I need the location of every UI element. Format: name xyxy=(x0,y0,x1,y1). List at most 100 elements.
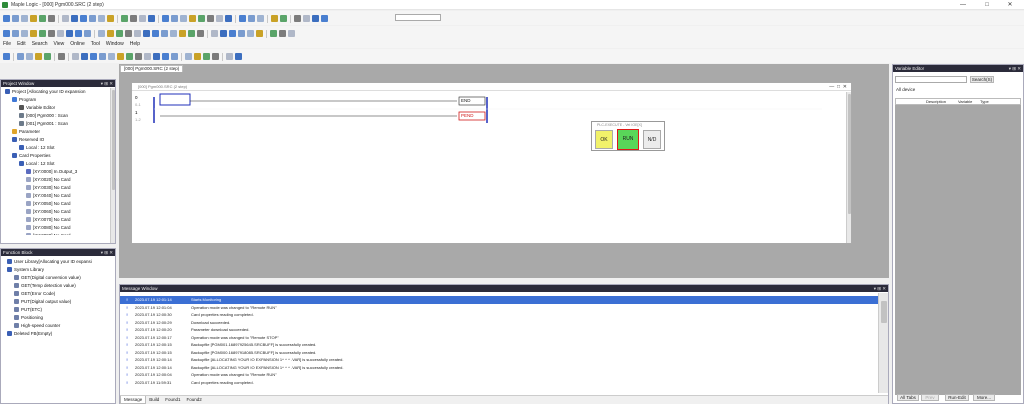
plc-run-button[interactable]: RUN xyxy=(617,129,639,150)
function-block-item[interactable]: PUT(ETC) xyxy=(5,306,115,314)
toolbar-icon[interactable] xyxy=(256,30,263,37)
panel-pin-icon[interactable]: ▾ ⊞ ✕ xyxy=(101,80,113,87)
menu-tool[interactable]: Tool xyxy=(91,40,100,48)
message-row[interactable]: ! 2023.07.19 12:00:17 Operation mode was c… xyxy=(120,334,878,342)
menu-edit[interactable]: Edit xyxy=(17,40,26,48)
toolbar-icon[interactable] xyxy=(99,53,106,60)
menu-online[interactable]: Online xyxy=(70,40,84,48)
tab-build[interactable]: Build xyxy=(146,396,162,403)
toolbar-icon[interactable] xyxy=(66,30,73,37)
toolbar-icon[interactable] xyxy=(188,30,195,37)
toolbar-icon[interactable] xyxy=(288,30,295,37)
project-tree-item[interactable]: Parameter xyxy=(3,128,115,136)
toolbar-icon[interactable] xyxy=(235,53,242,60)
toolbar-icon[interactable] xyxy=(90,53,97,60)
project-tree-item[interactable]: [XY:0080] No Card xyxy=(3,224,115,232)
message-row[interactable]: ! 2023.07.19 12:00:29 Download succeeded. xyxy=(120,319,878,327)
message-row[interactable]: ! 2023.07.19 12:00:15 Backupfile [PGM001.1… xyxy=(120,341,878,349)
ladder-scrollbar[interactable] xyxy=(846,92,851,243)
toolbar-icon[interactable] xyxy=(30,15,37,22)
toolbar-icon[interactable] xyxy=(44,53,51,60)
toolbar-icon[interactable] xyxy=(3,53,10,60)
toolbar-icon[interactable] xyxy=(216,15,223,22)
scroll-thumb[interactable] xyxy=(881,301,887,323)
editor-tab[interactable]: [000] Pgm000.SRC (2 step) xyxy=(120,65,184,72)
project-tree-item[interactable]: [000] Pgm000 : Scan xyxy=(3,112,115,120)
tab-message[interactable]: Message xyxy=(120,396,147,404)
toolbar-icon[interactable] xyxy=(225,15,232,22)
toolbar-icon[interactable] xyxy=(48,30,55,37)
toolbar-icon[interactable] xyxy=(211,30,218,37)
toolbar-icon[interactable] xyxy=(107,15,114,22)
message-row[interactable]: ! 2023.07.19 12:00:20 Parameter download s… xyxy=(120,326,878,334)
toolbar-icon[interactable] xyxy=(39,15,46,22)
toolbar-icon[interactable] xyxy=(58,53,65,60)
function-block-item[interactable]: Deleted FB(Empty) xyxy=(5,330,115,338)
toolbar-icon[interactable] xyxy=(143,30,150,37)
minimize-button[interactable]: — xyxy=(956,1,970,9)
toolbar-icon[interactable] xyxy=(303,15,310,22)
toolbar-icon[interactable] xyxy=(35,53,42,60)
toolbar-icon[interactable] xyxy=(12,15,19,22)
project-tree-item[interactable]: [001] Pgm001 : Scan xyxy=(3,120,115,128)
project-tree-item[interactable]: Card Properties xyxy=(3,152,115,160)
toolbar-icon[interactable] xyxy=(194,53,201,60)
toolbar-icon[interactable] xyxy=(57,30,64,37)
function-block-item[interactable]: PUT(Digital output value) xyxy=(5,298,115,306)
toolbar-icon[interactable] xyxy=(197,30,204,37)
project-tree-item[interactable]: [XY:0090] No Card xyxy=(3,232,115,235)
toolbar-icon[interactable] xyxy=(121,15,128,22)
toolbar-icon[interactable] xyxy=(171,15,178,22)
project-scrollbar[interactable] xyxy=(110,88,115,243)
function-block-item[interactable]: High-speed counter xyxy=(5,322,115,330)
subwindow-controls[interactable]: — □ ✕ xyxy=(829,83,847,91)
project-tree-item[interactable]: [XY:0050] No Card xyxy=(3,200,115,208)
toolbar-icon[interactable] xyxy=(203,53,210,60)
plc-ok-button[interactable]: OK xyxy=(595,130,613,149)
project-tree-item[interactable]: [XY:0020] No Card xyxy=(3,176,115,184)
message-scrollbar[interactable] xyxy=(878,293,888,393)
toolbar-icon[interactable] xyxy=(98,15,105,22)
toolbar-icon[interactable] xyxy=(135,53,142,60)
toolbar-icon[interactable] xyxy=(153,53,160,60)
toolbar-icon[interactable] xyxy=(12,30,19,37)
toolbar-icon[interactable] xyxy=(30,30,37,37)
toolbar-icon[interactable] xyxy=(108,53,115,60)
toolbar-icon[interactable] xyxy=(279,30,286,37)
tab-found1[interactable]: Found1 xyxy=(162,396,183,403)
toolbar-icon[interactable] xyxy=(80,15,87,22)
panel-pin-icon[interactable]: ▾ ⊞ ✕ xyxy=(101,249,113,256)
tab-found2[interactable]: Found2 xyxy=(184,396,205,403)
toolbar-icon[interactable] xyxy=(107,30,114,37)
toolbar-icon[interactable] xyxy=(139,15,146,22)
mode-select[interactable] xyxy=(395,14,441,21)
function-block-item[interactable]: User Library[Allocating your ID expansi xyxy=(5,258,115,266)
toolbar-icon[interactable] xyxy=(130,15,137,22)
toolbar-icon[interactable] xyxy=(62,15,69,22)
project-tree-item[interactable]: Local : 12 Slot xyxy=(3,160,115,168)
toolbar-icon[interactable] xyxy=(148,15,155,22)
toolbar-icon[interactable] xyxy=(152,30,159,37)
toolbar-icon[interactable] xyxy=(81,53,88,60)
toolbar-icon[interactable] xyxy=(171,53,178,60)
all-tabs-button[interactable]: All Tabs xyxy=(897,394,919,401)
toolbar-icon[interactable] xyxy=(125,30,132,37)
toolbar-icon[interactable] xyxy=(239,15,246,22)
toolbar-icon[interactable] xyxy=(117,53,124,60)
toolbar-icon[interactable] xyxy=(89,15,96,22)
project-tree-item[interactable]: [XY:0040] No Card xyxy=(3,192,115,200)
menu-search[interactable]: Search xyxy=(32,40,48,48)
menu-help[interactable]: Help xyxy=(130,40,140,48)
toolbar-icon[interactable] xyxy=(134,30,141,37)
toolbar-icon[interactable] xyxy=(238,30,245,37)
toolbar-icon[interactable] xyxy=(220,30,227,37)
maximize-button[interactable]: □ xyxy=(980,1,994,9)
toolbar-icon[interactable] xyxy=(98,30,105,37)
project-tree-item[interactable]: [XY:0030] No Card xyxy=(3,184,115,192)
message-row[interactable]: ! 2023.07.19 12:00:15 Backupfile [PGM000.1… xyxy=(120,349,878,357)
function-block-item[interactable]: System Library xyxy=(5,266,115,274)
scroll-thumb[interactable] xyxy=(112,90,115,190)
cursor-box[interactable] xyxy=(159,93,191,106)
device-filter[interactable]: All device xyxy=(896,87,915,92)
toolbar-icon[interactable] xyxy=(17,53,24,60)
